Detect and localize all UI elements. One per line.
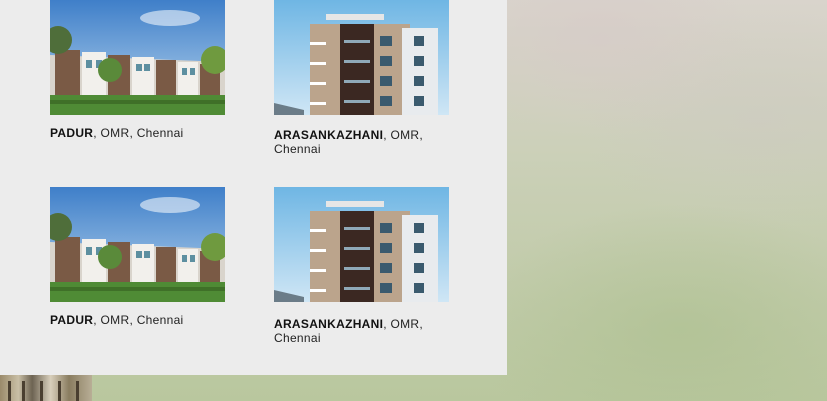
listing-card-padur[interactable]: PADUR, OMR, Chennai (50, 0, 225, 140)
listing-card-arasankazhani[interactable]: ARASANKAZHANI, OMR, Chennai (274, 0, 449, 156)
apartment-photo-icon[interactable] (274, 187, 449, 302)
listing-card-arasankazhani[interactable]: ARASANKAZHANI, OMR, Chennai (274, 187, 449, 345)
listing-caption[interactable]: PADUR, OMR, Chennai (50, 313, 225, 327)
listing-name[interactable]: PADUR (50, 126, 93, 140)
listing-panel: PADUR, OMR, Chennai ARASANKAZHANI, OMR, … (0, 0, 507, 375)
listing-caption[interactable]: ARASANKAZHANI, OMR, Chennai (274, 128, 449, 156)
listing-name[interactable]: ARASANKAZHANI (274, 317, 383, 331)
background-photo-strip (0, 375, 92, 401)
listing-name[interactable]: ARASANKAZHANI (274, 128, 383, 142)
listing-caption[interactable]: PADUR, OMR, Chennai (50, 126, 225, 140)
listing-caption[interactable]: ARASANKAZHANI, OMR, Chennai (274, 317, 449, 345)
townhouse-photo-icon[interactable] (50, 187, 225, 302)
listing-name[interactable]: PADUR (50, 313, 93, 327)
townhouse-photo-icon[interactable] (50, 0, 225, 115)
listing-card-padur[interactable]: PADUR, OMR, Chennai (50, 187, 225, 327)
listing-location: , OMR, Chennai (93, 313, 184, 327)
apartment-photo-icon[interactable] (274, 0, 449, 115)
listing-location: , OMR, Chennai (93, 126, 184, 140)
